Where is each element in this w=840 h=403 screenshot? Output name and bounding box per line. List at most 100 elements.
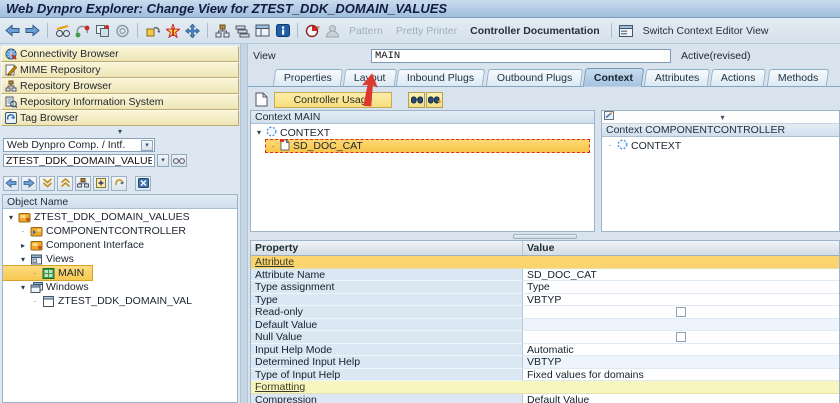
table-view-icon[interactable] bbox=[254, 22, 271, 39]
property-label: Default Value bbox=[251, 318, 523, 331]
navigate-icon[interactable] bbox=[184, 22, 201, 39]
property-value[interactable] bbox=[523, 318, 839, 331]
tree-item-componentcontroller[interactable]: · COMPONENTCONTROLLER bbox=[3, 224, 237, 238]
tab-methods[interactable]: Methods bbox=[766, 69, 830, 86]
window-title: Web Dynpro Explorer: Change View for ZTE… bbox=[6, 1, 448, 16]
property-label: Type of Input Help bbox=[251, 368, 523, 381]
create-icon[interactable] bbox=[164, 22, 181, 39]
create-node-icon[interactable] bbox=[252, 91, 270, 108]
tree-item-component-root[interactable]: ▾ ZTEST_DDK_DOMAIN_VALUES bbox=[3, 210, 237, 224]
where-used-icon[interactable] bbox=[144, 22, 161, 39]
expander-icon[interactable]: ▾ bbox=[255, 128, 263, 137]
display-hierarchy-icon[interactable] bbox=[75, 175, 91, 191]
tree-item-main[interactable]: · MAIN bbox=[3, 265, 94, 281]
find-icon[interactable] bbox=[408, 91, 425, 108]
window-icon bbox=[42, 295, 55, 307]
leaf-bullet: · bbox=[33, 296, 37, 306]
sidebar-splitter[interactable] bbox=[240, 44, 248, 403]
refresh-tree-icon[interactable] bbox=[111, 175, 127, 191]
tree-item-window-ztest[interactable]: · ZTEST_DDK_DOMAIN_VAL bbox=[3, 294, 237, 308]
repository-information-system-icon bbox=[5, 96, 18, 109]
expander-icon[interactable]: ▸ bbox=[19, 241, 27, 250]
sidebar-item-repository-information-system[interactable]: Repository Information System bbox=[1, 94, 239, 110]
tab-actions[interactable]: Actions bbox=[710, 69, 767, 86]
attribute-icon bbox=[280, 138, 290, 154]
tab-properties[interactable]: Properties bbox=[272, 69, 344, 86]
table-row: Compression Default Value bbox=[251, 393, 839, 403]
tree-item-label: Views bbox=[46, 253, 74, 265]
sidebar-item-label: Connectivity Browser bbox=[20, 48, 119, 60]
tab-outbound-plugs[interactable]: Outbound Plugs bbox=[485, 69, 584, 86]
sidebar-item-repository-browser[interactable]: Repository Browser bbox=[1, 78, 239, 94]
sidebar-item-tag-browser[interactable]: Tag Browser bbox=[1, 110, 239, 126]
property-value[interactable]: SD_DOC_CAT bbox=[523, 269, 839, 281]
view-label: View bbox=[253, 49, 276, 62]
section-link-attribute[interactable]: Attribute bbox=[251, 256, 839, 268]
close-tree-icon[interactable] bbox=[135, 175, 151, 191]
table-row: Determined Input Help VBTYP bbox=[251, 356, 839, 369]
display-change-icon[interactable] bbox=[54, 22, 71, 39]
object-type-select[interactable]: Web Dynpro Comp. / Intf. ▾ bbox=[3, 138, 155, 152]
tab-layout[interactable]: Layout bbox=[342, 69, 397, 107]
view-icon bbox=[42, 267, 55, 279]
tree-item-views[interactable]: ▾ Views bbox=[3, 252, 237, 266]
property-value[interactable]: Default Value bbox=[523, 394, 839, 403]
collapse-subtree-icon[interactable] bbox=[57, 175, 73, 191]
property-value[interactable]: VBTYP bbox=[523, 294, 839, 306]
find-next-icon[interactable] bbox=[426, 91, 443, 108]
object-name-history-icon[interactable]: ▾ bbox=[157, 154, 169, 167]
view-name-input[interactable] bbox=[371, 48, 671, 63]
switch-context-editor-button[interactable]: Switch Context Editor View bbox=[638, 24, 774, 38]
null-value-checkbox[interactable] bbox=[676, 331, 686, 342]
controller-context-root-node[interactable]: · CONTEXT bbox=[602, 139, 839, 152]
controller-documentation-button[interactable]: Controller Documentation bbox=[465, 24, 605, 38]
add-object-icon[interactable] bbox=[93, 175, 109, 191]
repository-browser-icon bbox=[5, 80, 17, 92]
forward-icon[interactable] bbox=[24, 22, 41, 39]
property-label: Input Help Mode bbox=[251, 343, 523, 356]
tree-item-windows[interactable]: ▾ Windows bbox=[3, 280, 237, 294]
mime-repository-icon bbox=[5, 64, 18, 76]
context-attribute-sd-doc-cat[interactable]: · SD_DOC_CAT bbox=[265, 138, 590, 154]
property-value[interactable]: Automatic bbox=[523, 344, 839, 356]
back-icon[interactable] bbox=[4, 22, 21, 39]
expander-icon[interactable]: ▾ bbox=[19, 255, 27, 264]
object-name-input[interactable] bbox=[3, 154, 155, 167]
sort-levels-icon[interactable] bbox=[234, 22, 251, 39]
horizontal-splitter[interactable] bbox=[250, 232, 840, 240]
column-header-value: Value bbox=[527, 242, 555, 254]
expand-subtree-icon[interactable] bbox=[39, 175, 55, 191]
tree-item-component-interface[interactable]: ▸ Component Interface bbox=[3, 238, 237, 252]
sidebar-item-mime-repository[interactable]: MIME Repository bbox=[1, 62, 239, 78]
copy-object-icon[interactable] bbox=[94, 22, 111, 39]
property-value[interactable]: Fixed values for domains bbox=[523, 369, 839, 381]
tree-back-icon[interactable] bbox=[3, 175, 19, 191]
tab-attributes[interactable]: Attributes bbox=[643, 69, 711, 86]
sidebar-collapse-handle[interactable]: ▾ bbox=[1, 126, 239, 137]
context-root-node[interactable]: ▾ CONTEXT bbox=[251, 126, 594, 139]
controller-usage-button[interactable]: Controller Usage bbox=[274, 91, 392, 108]
chevron-down-icon[interactable]: ▾ bbox=[141, 139, 153, 151]
property-value[interactable]: VBTYP bbox=[523, 356, 839, 369]
sidebar-item-connectivity-browser[interactable]: Connectivity Browser bbox=[1, 46, 239, 62]
tree-forward-icon[interactable] bbox=[21, 175, 37, 191]
tab-inbound-plugs[interactable]: Inbound Plugs bbox=[396, 69, 486, 86]
activate-icon[interactable] bbox=[114, 22, 131, 39]
expander-icon[interactable]: ▾ bbox=[7, 213, 15, 222]
display-object-button[interactable] bbox=[171, 154, 187, 167]
session-icon bbox=[324, 22, 341, 39]
section-link-formatting[interactable]: Formatting bbox=[251, 381, 839, 393]
splitter-grip[interactable] bbox=[513, 233, 577, 239]
tab-context[interactable]: Context bbox=[582, 68, 645, 87]
pretty-printer-button: Pretty Printer bbox=[395, 24, 458, 37]
help-icon[interactable] bbox=[274, 22, 291, 39]
refresh-object-icon[interactable] bbox=[74, 22, 91, 39]
property-label: Determined Input Help bbox=[251, 356, 523, 369]
table-row: Read-only bbox=[251, 306, 839, 319]
performance-icon[interactable] bbox=[304, 22, 321, 39]
chevron-down-icon[interactable]: ▾ bbox=[721, 113, 725, 122]
read-only-checkbox[interactable] bbox=[676, 306, 686, 317]
hierarchy-icon[interactable] bbox=[214, 22, 231, 39]
property-value[interactable]: Type bbox=[523, 281, 839, 294]
expander-icon[interactable]: ▾ bbox=[19, 283, 27, 292]
